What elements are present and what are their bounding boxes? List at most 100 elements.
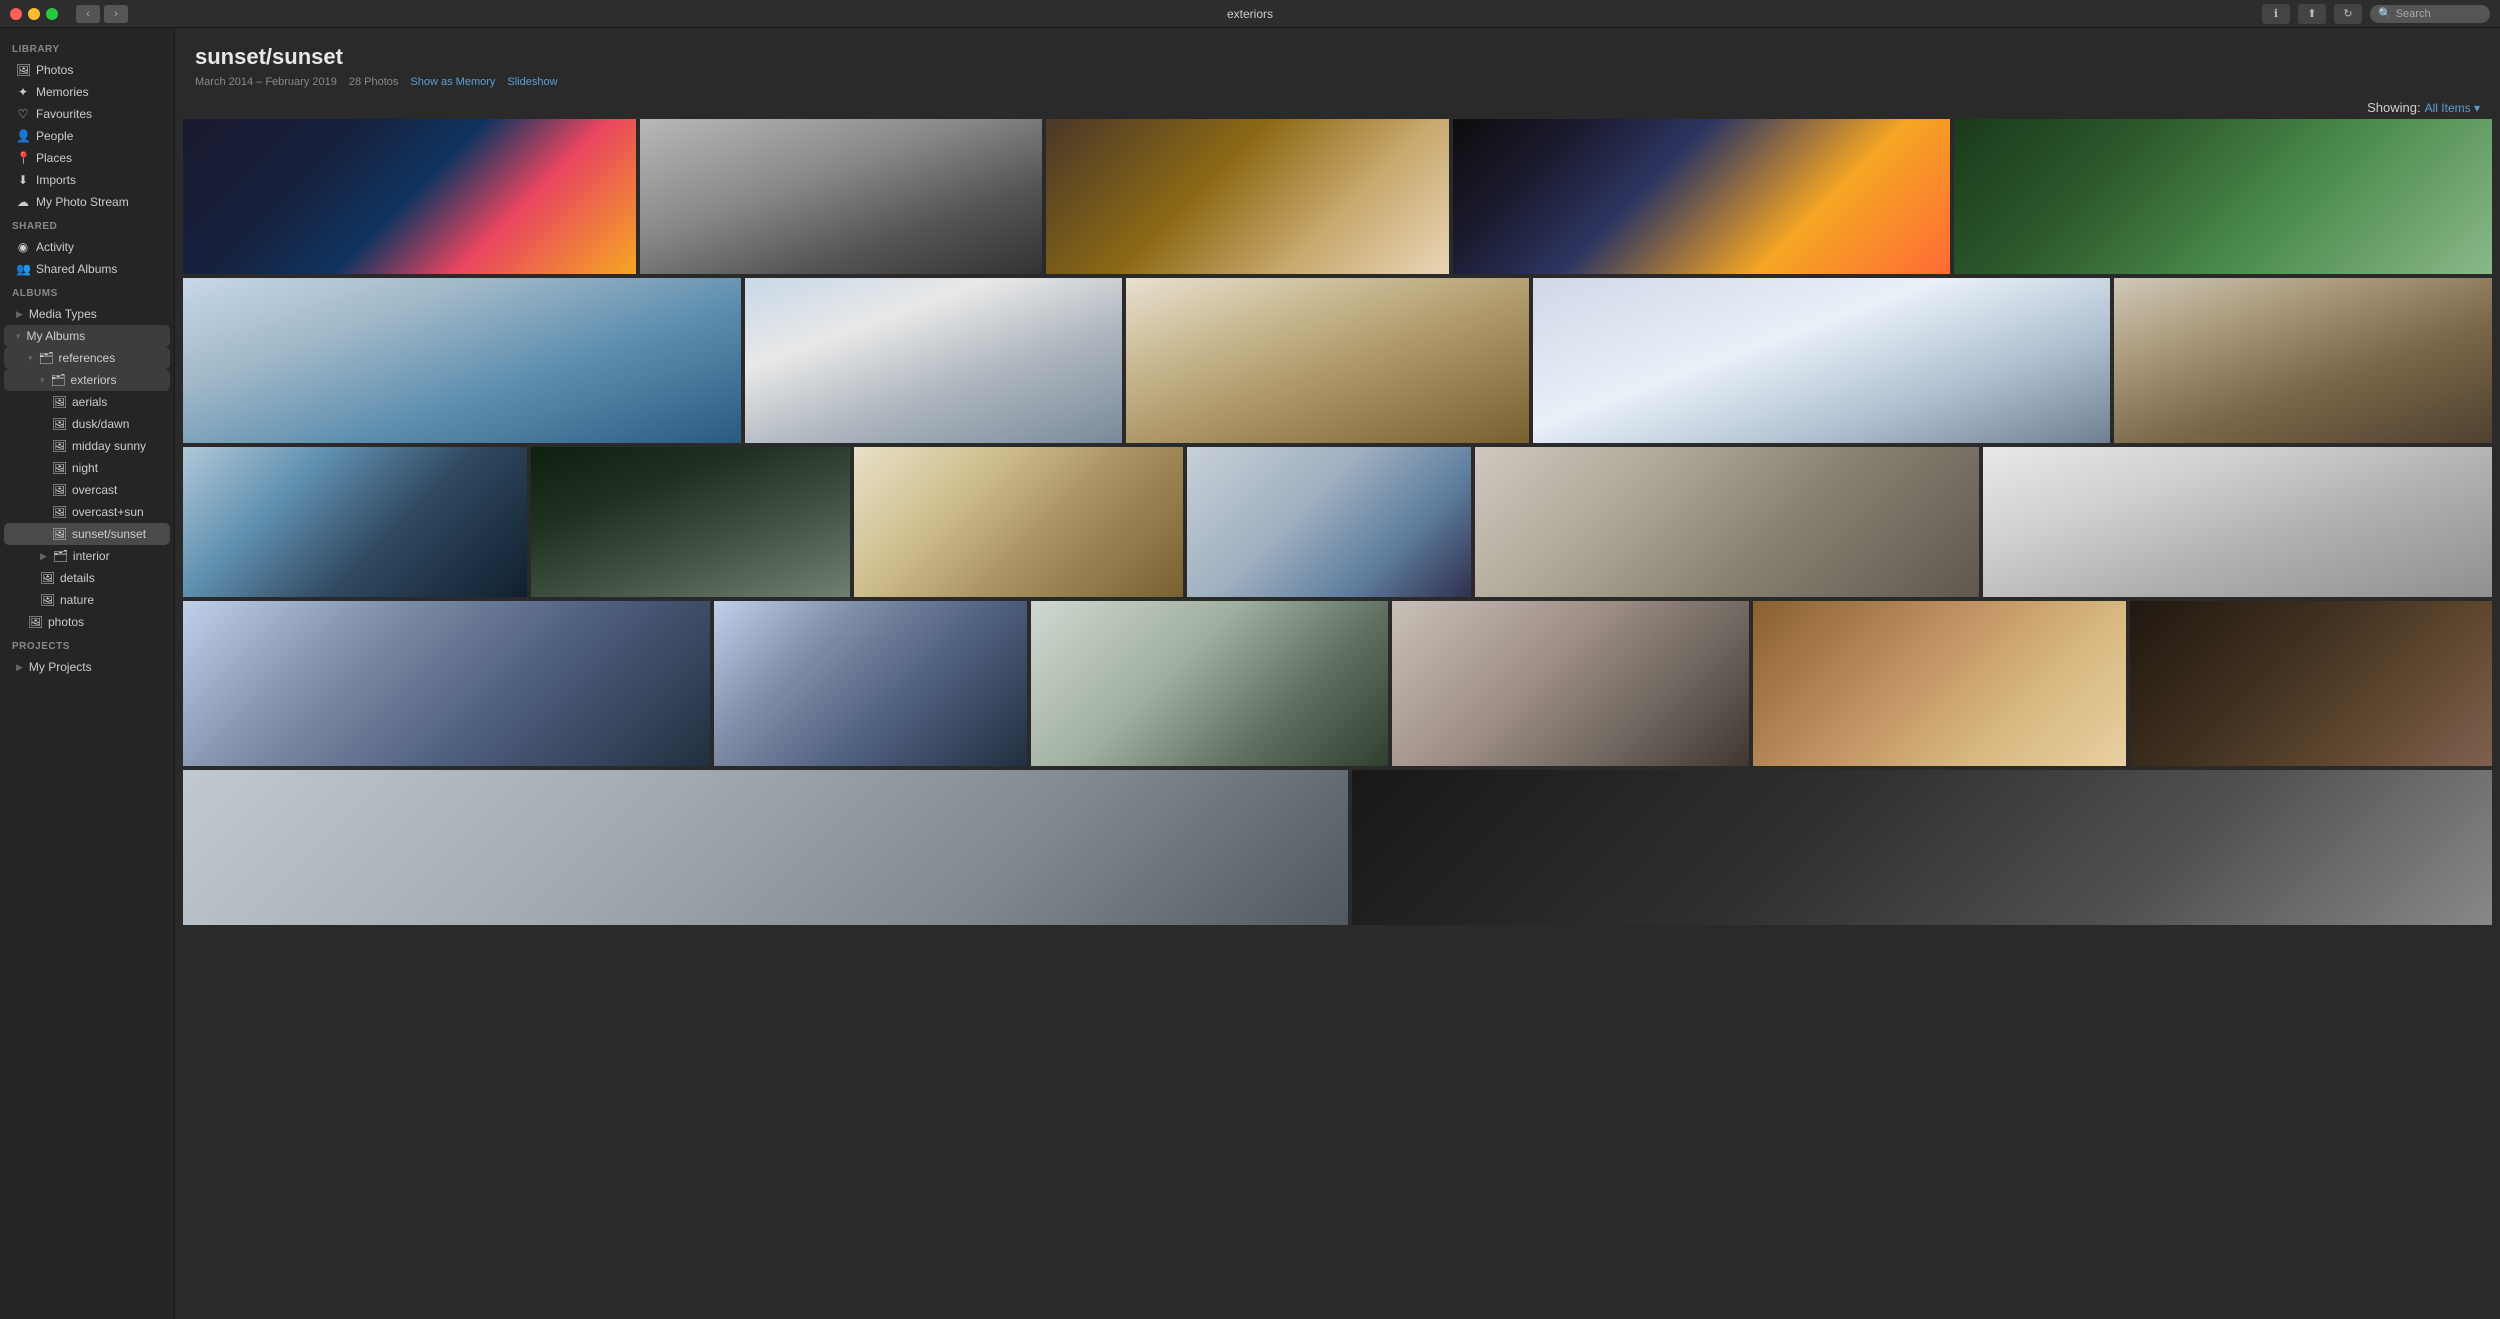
photo-item-p1[interactable] [183, 119, 636, 274]
photo-item-p13[interactable] [854, 447, 1183, 597]
main-layout: Library 🖼 Photos ✦ Memories ♡ Favourites… [0, 28, 2500, 1319]
back-button[interactable]: ‹ [76, 5, 100, 23]
photo-item-p6[interactable] [183, 278, 741, 443]
slideshow-link[interactable]: Slideshow [507, 76, 557, 88]
forward-button[interactable]: › [104, 5, 128, 23]
sidebar-item-label: My Albums [27, 329, 158, 343]
nature-icon: 🖼 [40, 593, 54, 607]
sidebar-item-myprojects[interactable]: ▶ My Projects [4, 656, 170, 678]
content-meta: March 2014 – February 2019 28 Photos Sho… [195, 76, 2480, 88]
sidebar-item-sunsetsunset[interactable]: 🖼 sunset/sunset [4, 523, 170, 545]
sidebar-item-label: sunset/sunset [72, 527, 158, 541]
navigation-buttons: ‹ › [76, 5, 128, 23]
sidebar-item-photos2[interactable]: 🖼 photos [4, 611, 170, 633]
sidebar-item-duskdawn[interactable]: 🖼 dusk/dawn [4, 413, 170, 435]
sidebar-item-aerials[interactable]: 🖼 aerials [4, 391, 170, 413]
sidebar-item-details[interactable]: 🖼 details [4, 567, 170, 589]
sidebar-item-myphotostream[interactable]: ☁ My Photo Stream [4, 191, 170, 213]
sidebar-item-overcastsun[interactable]: 🖼 overcast+sun [4, 501, 170, 523]
photos-icon: 🖼 [16, 63, 30, 77]
photo-item-p15[interactable] [1475, 447, 1979, 597]
photo-item-p3[interactable] [1046, 119, 1449, 274]
sidebar-item-label: Photos [36, 63, 158, 77]
night-icon: 🖼 [52, 461, 66, 475]
showing-label: Showing: [2367, 100, 2420, 115]
interior-icon: 🗂 [53, 549, 67, 563]
rotate-button[interactable]: ↻ [2334, 4, 2362, 24]
sidebar-item-middaysunny[interactable]: 🖼 midday sunny [4, 435, 170, 457]
sidebar-item-sharedalbums[interactable]: 👥 Shared Albums [4, 258, 170, 280]
search-bar[interactable]: 🔍 Search [2370, 5, 2490, 23]
photo-item-p23[interactable] [183, 770, 1348, 925]
sidebar-item-people[interactable]: 👤 People [4, 125, 170, 147]
content-header: sunset/sunset March 2014 – February 2019… [175, 28, 2500, 96]
sidebar-item-label: My Projects [29, 660, 158, 674]
sidebar-item-activity[interactable]: ◉ Activity [4, 236, 170, 258]
favourites-icon: ♡ [16, 107, 30, 121]
show-as-memory-link[interactable]: Show as Memory [410, 76, 495, 88]
myalbums-children: ▾ 🗂 references ▾ 🗂 exteriors 🖼 aerials [0, 347, 174, 633]
sidebar-item-label: details [60, 571, 158, 585]
photo-item-p16[interactable] [1983, 447, 2492, 597]
search-icon: 🔍 [2378, 7, 2392, 20]
sidebar-item-night[interactable]: 🖼 night [4, 457, 170, 479]
photo-item-p12[interactable] [531, 447, 850, 597]
sidebar-item-label: Activity [36, 240, 158, 254]
sidebar-item-photos[interactable]: 🖼 Photos [4, 59, 170, 81]
imports-icon: ⬇ [16, 173, 30, 187]
showing-value[interactable]: All Items ▾ [2425, 101, 2480, 115]
photo-item-p2[interactable] [640, 119, 1043, 274]
photo-item-p20[interactable] [1392, 601, 1749, 766]
photostream-icon: ☁ [16, 195, 30, 209]
photo-item-p7[interactable] [745, 278, 1123, 443]
places-icon: 📍 [16, 151, 30, 165]
sidebar-item-nature[interactable]: 🖼 nature [4, 589, 170, 611]
disclosure-icon: ▾ [40, 375, 45, 386]
sidebar-item-places[interactable]: 📍 Places [4, 147, 170, 169]
sidebar-item-label: Shared Albums [36, 262, 158, 276]
photo-item-p17[interactable] [183, 601, 710, 766]
sidebar-item-label: Memories [36, 85, 158, 99]
photo-item-p19[interactable] [1031, 601, 1388, 766]
photo-item-p22[interactable] [2130, 601, 2492, 766]
sidebar-item-mediatypes[interactable]: ▶ Media Types [4, 303, 170, 325]
sidebar-item-label: exteriors [71, 373, 158, 387]
photo-item-p9[interactable] [1533, 278, 2111, 443]
minimize-button[interactable] [28, 8, 40, 20]
share-button[interactable]: ⬆ [2298, 4, 2326, 24]
photo-item-p8[interactable] [1126, 278, 1529, 443]
photo-item-p18[interactable] [714, 601, 1026, 766]
photo-item-p5[interactable] [1954, 119, 2492, 274]
sidebar-item-references[interactable]: ▾ 🗂 references [4, 347, 170, 369]
sidebar-item-label: aerials [72, 395, 158, 409]
shared-section-title: Shared [0, 213, 174, 236]
references-children: ▾ 🗂 exteriors 🖼 aerials 🖼 dusk/dawn [0, 369, 174, 611]
sidebar-item-myalbums[interactable]: ▾ My Albums [4, 325, 170, 347]
disclosure-icon: ▾ [16, 331, 21, 342]
sidebar-item-favourites[interactable]: ♡ Favourites [4, 103, 170, 125]
photo-item-p24[interactable] [1352, 770, 2492, 925]
window-title: exteriors [1227, 7, 1273, 21]
sidebar-item-imports[interactable]: ⬇ Imports [4, 169, 170, 191]
sidebar: Library 🖼 Photos ✦ Memories ♡ Favourites… [0, 28, 175, 1319]
sidebar-item-label: Media Types [29, 307, 158, 321]
albums-section-title: Albums [0, 280, 174, 303]
photo-item-p21[interactable] [1753, 601, 2125, 766]
info-button[interactable]: ℹ [2262, 4, 2290, 24]
photo-item-p10[interactable] [2114, 278, 2492, 443]
sidebar-item-exteriors[interactable]: ▾ 🗂 exteriors [4, 369, 170, 391]
photo-item-p14[interactable] [1187, 447, 1471, 597]
maximize-button[interactable] [46, 8, 58, 20]
photo-item-p4[interactable] [1453, 119, 1951, 274]
sidebar-item-label: Places [36, 151, 158, 165]
sidebar-item-label: People [36, 129, 158, 143]
sidebar-item-overcast[interactable]: 🖼 overcast [4, 479, 170, 501]
sidebar-item-memories[interactable]: ✦ Memories [4, 81, 170, 103]
close-button[interactable] [10, 8, 22, 20]
photo-item-p11[interactable] [183, 447, 527, 597]
references-icon: 🗂 [39, 351, 53, 365]
titlebar-right-controls: ℹ ⬆ ↻ 🔍 Search [2262, 4, 2490, 24]
photo-row-0 [183, 119, 2492, 274]
sidebar-item-interior[interactable]: ▶ 🗂 interior [4, 545, 170, 567]
photo-row-3 [183, 601, 2492, 766]
